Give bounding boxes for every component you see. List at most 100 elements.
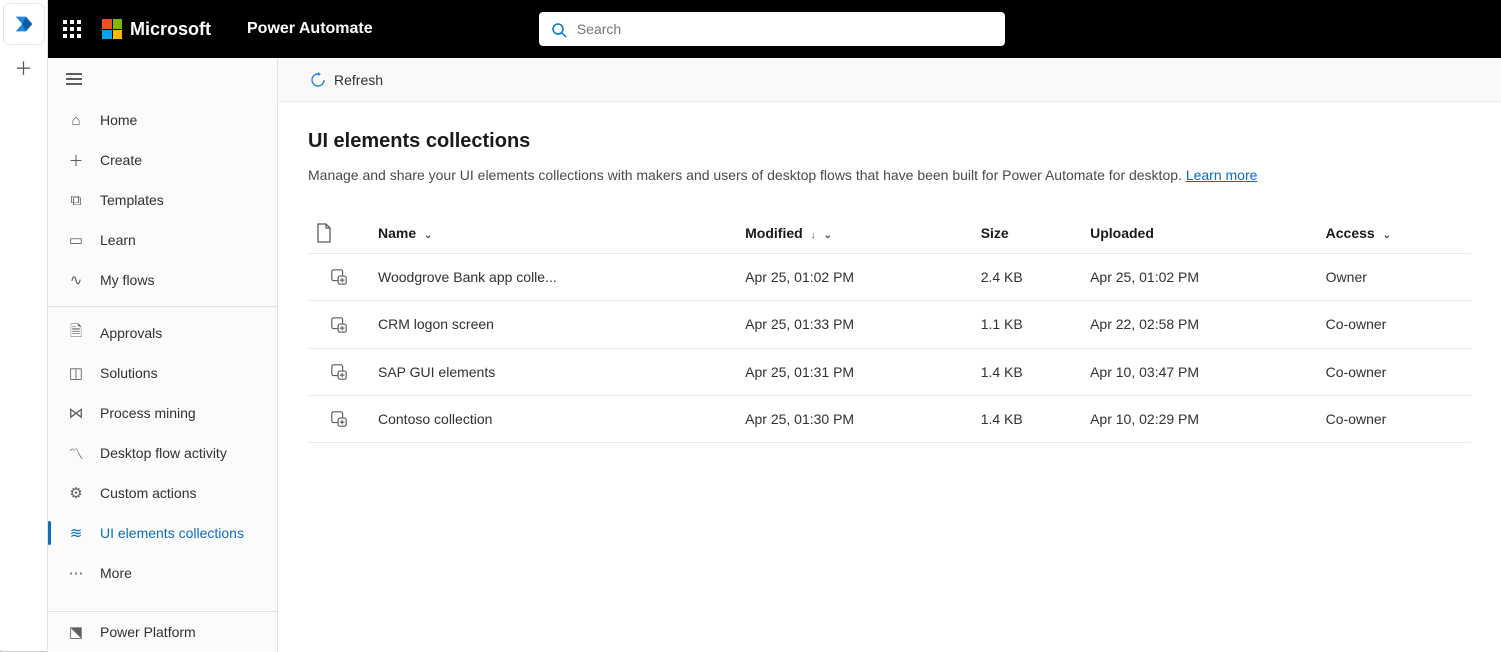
sidebar-item-label: More bbox=[100, 565, 132, 581]
sidebar-item-more[interactable]: ⋯ More bbox=[48, 553, 277, 593]
row-icon-cell bbox=[308, 395, 370, 442]
main-content: UI elements collections Manage and share… bbox=[278, 102, 1501, 652]
row-icon-cell bbox=[308, 254, 370, 301]
table-row[interactable]: CRM logon screenApr 25, 01:33 PM1.1 KBAp… bbox=[308, 301, 1471, 348]
hamburger-icon bbox=[66, 78, 82, 80]
top-bar: Microsoft Power Automate bbox=[48, 0, 1501, 58]
cell-access: Co-owner bbox=[1318, 301, 1471, 348]
learn-more-link[interactable]: Learn more bbox=[1186, 167, 1258, 183]
sidebar-item-home[interactable]: ⌂ Home bbox=[48, 100, 277, 140]
sidebar-item-label: Power Platform bbox=[100, 624, 196, 640]
microsoft-logo: Microsoft bbox=[102, 19, 211, 40]
chevron-down-icon: ⌄ bbox=[424, 230, 432, 241]
sort-desc-icon: ↓ bbox=[811, 230, 816, 241]
table-row[interactable]: SAP GUI elementsApr 25, 01:31 PM1.4 KBAp… bbox=[308, 348, 1471, 395]
column-header-uploaded[interactable]: Uploaded bbox=[1082, 213, 1318, 254]
sidebar-item-approvals[interactable]: 🗎 Approvals bbox=[48, 313, 277, 353]
waffle-icon bbox=[63, 20, 81, 38]
chevron-down-icon: ⌄ bbox=[823, 230, 831, 241]
collection-icon bbox=[330, 410, 348, 428]
sidebar-item-my-flows[interactable]: ∿My flows bbox=[48, 260, 277, 300]
sidebar-item-create[interactable]: ＋ Create bbox=[48, 140, 277, 180]
process-mining-icon: ⋈ bbox=[66, 404, 86, 422]
file-icon bbox=[316, 223, 332, 243]
sidebar-item-power-platform[interactable]: ⬔ Power Platform bbox=[48, 612, 277, 652]
approvals-icon: 🗎 bbox=[66, 321, 86, 346]
column-header-icon[interactable] bbox=[308, 213, 370, 254]
home-icon: ⌂ bbox=[66, 112, 86, 129]
sidebar-item-learn[interactable]: ▭ Learn bbox=[48, 220, 277, 260]
collection-icon bbox=[330, 316, 348, 334]
cell-size: 2.4 KB bbox=[973, 254, 1082, 301]
cell-size: 1.4 KB bbox=[973, 348, 1082, 395]
plus-icon: ＋ bbox=[15, 55, 33, 81]
sidebar-item-custom-actions[interactable]: ⚙Custom actions bbox=[48, 473, 277, 513]
cell-modified: Apr 25, 01:30 PM bbox=[737, 395, 973, 442]
cell-name: SAP GUI elements bbox=[370, 348, 737, 395]
column-header-name[interactable]: Name ⌄ bbox=[370, 213, 737, 254]
brand-label: Microsoft bbox=[130, 19, 211, 40]
command-bar: Refresh bbox=[278, 58, 1501, 102]
sidebar-item-label: Desktop flow activity bbox=[100, 445, 227, 461]
row-icon-cell bbox=[308, 348, 370, 395]
sidebar-item-process-mining[interactable]: ⋈ Process mining bbox=[48, 393, 277, 433]
page-title: UI elements collections bbox=[308, 130, 1471, 153]
collection-icon bbox=[330, 363, 348, 381]
search-box[interactable] bbox=[539, 12, 1005, 46]
app-add-button[interactable]: ＋ bbox=[4, 48, 44, 88]
cell-modified: Apr 25, 01:31 PM bbox=[737, 348, 973, 395]
cell-uploaded: Apr 22, 02:58 PM bbox=[1082, 301, 1318, 348]
microsoft-logo-icon bbox=[102, 19, 122, 39]
sidebar-item-solutions[interactable]: ◫ Solutions bbox=[48, 353, 277, 393]
table-header-row: Name ⌄ Modified ↓ ⌄ Size Uploaded Access… bbox=[308, 213, 1471, 254]
search-input[interactable] bbox=[577, 21, 993, 37]
column-header-size[interactable]: Size bbox=[973, 213, 1082, 254]
sidebar-item-label: Templates bbox=[100, 192, 164, 208]
table-row[interactable]: Woodgrove Bank app colle...Apr 25, 01:02… bbox=[308, 254, 1471, 301]
desktop-flow-activity-icon: 〽 bbox=[66, 443, 86, 464]
sidebar-item-label: Approvals bbox=[100, 325, 162, 341]
cell-name: Contoso collection bbox=[370, 395, 737, 442]
column-header-modified[interactable]: Modified ↓ ⌄ bbox=[737, 213, 973, 254]
refresh-button[interactable]: Refresh bbox=[310, 72, 383, 88]
sidebar-toggle[interactable] bbox=[48, 58, 277, 100]
templates-icon: ⧉ bbox=[66, 192, 86, 209]
sidebar-item-label: Home bbox=[100, 112, 137, 128]
sidebar-item-desktop-flow-activity[interactable]: 〽 Desktop flow activity bbox=[48, 433, 277, 473]
cell-access: Co-owner bbox=[1318, 395, 1471, 442]
sidebar-item-label: Learn bbox=[100, 232, 136, 248]
cell-size: 1.1 KB bbox=[973, 301, 1082, 348]
sidebar-item-label: My flows bbox=[100, 272, 154, 288]
sidebar-separator bbox=[48, 306, 277, 307]
sidebar-item-ui-elements-collections[interactable]: ≋UI elements collections bbox=[48, 513, 277, 553]
cell-name: CRM logon screen bbox=[370, 301, 737, 348]
app-tile-power-automate[interactable] bbox=[4, 4, 44, 44]
learn-icon: ▭ bbox=[66, 231, 86, 249]
power-platform-icon: ⬔ bbox=[66, 623, 86, 641]
row-icon-cell bbox=[308, 301, 370, 348]
solutions-icon: ◫ bbox=[66, 364, 86, 382]
cell-uploaded: Apr 10, 03:47 PM bbox=[1082, 348, 1318, 395]
chevron-down-icon: ⌄ bbox=[1383, 230, 1391, 241]
sidebar-item-label: Process mining bbox=[100, 405, 196, 421]
app-name-label: Power Automate bbox=[247, 20, 373, 38]
sidebar-item-label: Create bbox=[100, 152, 142, 168]
create-icon: ＋ bbox=[66, 150, 86, 171]
column-header-access[interactable]: Access ⌄ bbox=[1318, 213, 1471, 254]
cell-modified: Apr 25, 01:02 PM bbox=[737, 254, 973, 301]
sidebar-item-label: Solutions bbox=[100, 365, 158, 381]
sidebar-item-templates[interactable]: ⧉ Templates bbox=[48, 180, 277, 220]
sidebar-item-label: Custom actions bbox=[100, 485, 196, 501]
app-launcher-button[interactable] bbox=[48, 0, 96, 58]
table-row[interactable]: Contoso collectionApr 25, 01:30 PM1.4 KB… bbox=[308, 395, 1471, 442]
refresh-icon bbox=[310, 72, 326, 88]
collection-icon bbox=[330, 268, 348, 286]
refresh-label: Refresh bbox=[334, 72, 383, 88]
power-automate-icon bbox=[13, 13, 35, 35]
sidebar-item-label: UI elements collections bbox=[100, 525, 244, 541]
cell-access: Owner bbox=[1318, 254, 1471, 301]
app-strip: ＋ bbox=[0, 0, 48, 650]
cell-access: Co-owner bbox=[1318, 348, 1471, 395]
more-icon: ⋯ bbox=[66, 564, 86, 582]
cell-uploaded: Apr 10, 02:29 PM bbox=[1082, 395, 1318, 442]
